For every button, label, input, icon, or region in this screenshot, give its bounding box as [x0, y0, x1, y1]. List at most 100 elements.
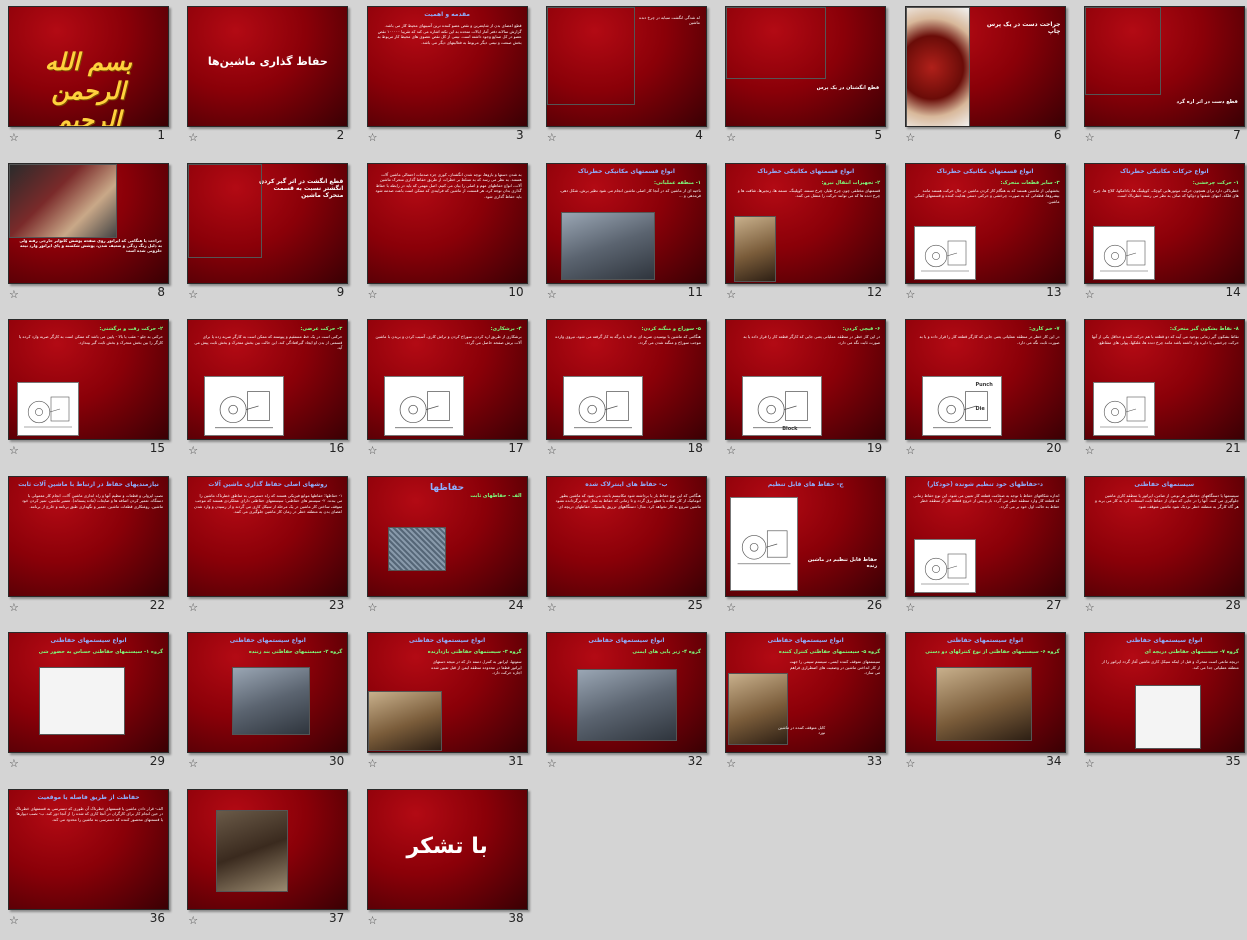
- star-outline-icon[interactable]: ☆: [368, 914, 378, 927]
- star-outline-icon[interactable]: ☆: [726, 601, 736, 614]
- slide-canvas[interactable]: ۵- سوراخ و منگنه کردن: هنگامی که ماشین با…: [545, 319, 707, 440]
- slide-canvas[interactable]: [187, 788, 349, 910]
- star-outline-icon[interactable]: ☆: [547, 444, 557, 457]
- slide-thumbnail-15[interactable]: ۲- حرکت رفت و برگشتی: حرکتی به جلو - عقب …: [0, 313, 179, 470]
- slide-thumbnail-14[interactable]: انواع حرکات مکانیکی خطرناک ۱- حرکت چرخشی:…: [1076, 157, 1247, 314]
- slide-canvas[interactable]: ب- حفاظ های اینترلاک شده هنگامی که این نو…: [545, 475, 707, 597]
- slide-canvas[interactable]: ۲- حرکت رفت و برگشتی: حرکتی به جلو - عقب …: [8, 319, 169, 440]
- star-outline-icon[interactable]: ☆: [368, 601, 378, 614]
- star-outline-icon[interactable]: ☆: [9, 131, 19, 144]
- star-outline-icon[interactable]: ☆: [188, 288, 198, 301]
- star-outline-icon[interactable]: ☆: [368, 444, 378, 457]
- slide-thumbnail-25[interactable]: ب- حفاظ های اینترلاک شده هنگامی که این نو…: [538, 470, 717, 627]
- slide-thumbnail-34[interactable]: انواع سیستمهای حفاظتی گروه ۶- سیستمهای حف…: [897, 626, 1076, 783]
- slide-thumbnail-32[interactable]: انواع سیستمهای حفاظتی گروه ۴- زیر پایی ها…: [538, 626, 717, 783]
- star-outline-icon[interactable]: ☆: [726, 444, 736, 457]
- star-outline-icon[interactable]: ☆: [906, 444, 916, 457]
- star-outline-icon[interactable]: ☆: [188, 444, 198, 457]
- slide-canvas[interactable]: به شدن دستها و بازوها، نوچه شدن انگشتان،…: [366, 162, 528, 284]
- slide-thumbnail-22[interactable]: نیازمندیهای حفاظ در ارتباط با ماشین آلات…: [0, 470, 179, 627]
- slide-thumbnail-11[interactable]: انواع قسمتهای مکانیکی خطرناک ۱- منطقه عمل…: [538, 157, 717, 314]
- slide-thumbnail-9[interactable]: قطع انگشت در اثر گیر کردن انگشتر نسبت به…: [179, 157, 358, 314]
- slide-canvas[interactable]: ۷- خم کاری: در این کار خطر در منطقه عملیا…: [904, 319, 1066, 440]
- star-outline-icon[interactable]: ☆: [368, 288, 378, 301]
- slide-canvas[interactable]: مقدمه و اهمیت قطع اعضای بدن از شایعترین و…: [366, 6, 528, 127]
- star-outline-icon[interactable]: ☆: [906, 757, 916, 770]
- slide-canvas[interactable]: قطع انگشت در اثر گیر کردن انگشتر نسبت به…: [187, 162, 349, 284]
- slide-canvas[interactable]: انواع حرکات مکانیکی خطرناک ۱- حرکت چرخشی:…: [1083, 162, 1245, 284]
- slide-thumbnail-10[interactable]: به شدن دستها و بازوها، نوچه شدن انگشتان،…: [359, 157, 538, 314]
- star-outline-icon[interactable]: ☆: [188, 914, 198, 927]
- slide-canvas[interactable]: انواع سیستمهای حفاظتی گروه ۷- سیستمهای حف…: [1083, 632, 1245, 753]
- star-outline-icon[interactable]: ☆: [547, 131, 557, 144]
- star-outline-icon[interactable]: ☆: [726, 757, 736, 770]
- slide-thumbnail-35[interactable]: انواع سیستمهای حفاظتی گروه ۷- سیستمهای حف…: [1076, 626, 1247, 783]
- slide-canvas[interactable]: جراحت دست در یک پرس چاپ: [904, 6, 1066, 127]
- slide-canvas[interactable]: انواع سیستمهای حفاظتی گروه ۳- سیستمهای حف…: [366, 632, 528, 753]
- star-outline-icon[interactable]: ☆: [547, 757, 557, 770]
- star-outline-icon[interactable]: ☆: [9, 288, 19, 301]
- slide-thumbnail-4[interactable]: له شدگی انگشت سبابه در چرخ دنده ماشین ☆ 4: [538, 0, 717, 157]
- star-outline-icon[interactable]: ☆: [1085, 131, 1095, 144]
- slide-canvas[interactable]: انواع قسمتهای مکانیکی خطرناک ۱- منطقه عمل…: [545, 162, 707, 284]
- star-outline-icon[interactable]: ☆: [9, 601, 19, 614]
- slide-thumbnail-27[interactable]: د-حفاظهای خود تنظیم شونده (خودکار) اندازه…: [897, 470, 1076, 627]
- star-outline-icon[interactable]: ☆: [1085, 601, 1095, 614]
- slide-thumbnail-12[interactable]: انواع قسمتهای مکانیکی خطرناک ۲- تجهیزات ا…: [717, 157, 896, 314]
- slide-thumbnail-6[interactable]: جراحت دست در یک پرس چاپ ☆ 6: [897, 0, 1076, 157]
- slide-canvas[interactable]: له شدگی انگشت سبابه در چرخ دنده ماشین: [545, 6, 707, 127]
- slide-thumbnail-2[interactable]: حفاظ گذاری ماشین‌ها ☆ 2: [179, 0, 358, 157]
- slide-thumbnail-1[interactable]: بسم الله الرحمن الرحیم ☆ 1: [0, 0, 179, 157]
- slide-canvas[interactable]: انواع سیستمهای حفاظتی گروه ۱- سیستمهای حف…: [8, 632, 169, 753]
- slide-canvas[interactable]: بسم الله الرحمن الرحیم: [8, 6, 169, 127]
- slide-thumbnail-20[interactable]: ۷- خم کاری: در این کار خطر در منطقه عملیا…: [897, 313, 1076, 470]
- slide-canvas[interactable]: ج- حفاظ های قابل تنظیم حفاظ قابل تنظیم در…: [725, 475, 887, 597]
- slide-thumbnail-28[interactable]: سیستمهای حفاظتی سیستمها یا دستگاههای حفاظ…: [1076, 470, 1247, 627]
- slide-thumbnail-26[interactable]: ج- حفاظ های قابل تنظیم حفاظ قابل تنظیم در…: [717, 470, 896, 627]
- slide-canvas[interactable]: حفاظت از طریق فاصله یا موقعیت الف- قرار د…: [8, 788, 169, 910]
- slide-thumbnail-29[interactable]: انواع سیستمهای حفاظتی گروه ۱- سیستمهای حف…: [0, 626, 179, 783]
- slide-canvas[interactable]: روشهای اصلی حفاظ گذاری ماشین آلات ۱- حفاظ…: [187, 475, 349, 597]
- slide-thumbnail-3[interactable]: مقدمه و اهمیت قطع اعضای بدن از شایعترین و…: [359, 0, 538, 157]
- slide-canvas[interactable]: ۴- برشکاری: برشکاری از طریق اره کردن، سور…: [366, 319, 528, 440]
- slide-canvas[interactable]: انواع سیستمهای حفاظتی گروه ۵- سیستمهای حف…: [725, 632, 887, 753]
- star-outline-icon[interactable]: ☆: [547, 601, 557, 614]
- star-outline-icon[interactable]: ☆: [1085, 288, 1095, 301]
- star-outline-icon[interactable]: ☆: [188, 601, 198, 614]
- slide-thumbnail-8[interactable]: جراحت پا هنگامی که اپراتور روی صفحه پوشش…: [0, 157, 179, 314]
- slide-thumbnail-17[interactable]: ۴- برشکاری: برشکاری از طریق اره کردن، سور…: [359, 313, 538, 470]
- star-outline-icon[interactable]: ☆: [1085, 444, 1095, 457]
- slide-canvas[interactable]: انواع سیستمهای حفاظتی گروه ۶- سیستمهای حف…: [904, 632, 1066, 753]
- star-outline-icon[interactable]: ☆: [906, 288, 916, 301]
- star-outline-icon[interactable]: ☆: [547, 288, 557, 301]
- slide-canvas[interactable]: قطع دست در اثر اره گرد: [1083, 6, 1245, 127]
- star-outline-icon[interactable]: ☆: [906, 601, 916, 614]
- slide-thumbnail-33[interactable]: انواع سیستمهای حفاظتی گروه ۵- سیستمهای حف…: [717, 626, 896, 783]
- slide-thumbnail-18[interactable]: ۵- سوراخ و منگنه کردن: هنگامی که ماشین با…: [538, 313, 717, 470]
- star-outline-icon[interactable]: ☆: [9, 444, 19, 457]
- slide-canvas[interactable]: جراحت پا هنگامی که اپراتور روی صفحه پوشش…: [8, 162, 169, 284]
- star-outline-icon[interactable]: ☆: [726, 288, 736, 301]
- slide-canvas[interactable]: قطع انگشتان در یک پرس: [725, 6, 887, 127]
- slide-canvas[interactable]: ۸- نقاط بشکون گیر متحرک: نقاط بشکون گیر ز…: [1083, 319, 1245, 440]
- slide-canvas[interactable]: انواع قسمتهای مکانیکی خطرناک ۳- سایر قطعا…: [904, 162, 1066, 284]
- slide-canvas[interactable]: ۳- حرکت عرضی: حرکتی است در یک خط مستقیم و…: [187, 319, 349, 440]
- slide-canvas[interactable]: انواع قسمتهای مکانیکی خطرناک ۲- تجهیزات ا…: [725, 162, 887, 284]
- slide-thumbnail-30[interactable]: انواع سیستمهای حفاظتی گروه ۲- سیستمهای حف…: [179, 626, 358, 783]
- slide-thumbnail-21[interactable]: ۸- نقاط بشکون گیر متحرک: نقاط بشکون گیر ز…: [1076, 313, 1247, 470]
- star-outline-icon[interactable]: ☆: [188, 131, 198, 144]
- star-outline-icon[interactable]: ☆: [906, 131, 916, 144]
- star-outline-icon[interactable]: ☆: [9, 757, 19, 770]
- slide-canvas[interactable]: حفاظها الف - حفاظهای ثابت: [366, 475, 528, 597]
- slide-thumbnail-36[interactable]: حفاظت از طریق فاصله یا موقعیت الف- قرار د…: [0, 783, 179, 940]
- slide-thumbnail-13[interactable]: انواع قسمتهای مکانیکی خطرناک ۳- سایر قطعا…: [897, 157, 1076, 314]
- slide-canvas[interactable]: انواع سیستمهای حفاظتی گروه ۴- زیر پایی ها…: [545, 632, 707, 753]
- slide-thumbnail-7[interactable]: قطع دست در اثر اره گرد ☆ 7: [1076, 0, 1247, 157]
- slide-thumbnail-31[interactable]: انواع سیستمهای حفاظتی گروه ۳- سیستمهای حف…: [359, 626, 538, 783]
- slide-thumbnail-23[interactable]: روشهای اصلی حفاظ گذاری ماشین آلات ۱- حفاظ…: [179, 470, 358, 627]
- slide-canvas[interactable]: انواع سیستمهای حفاظتی گروه ۲- سیستمهای حف…: [187, 632, 349, 753]
- slide-thumbnail-37[interactable]: ☆ 37: [179, 783, 358, 940]
- slide-canvas[interactable]: سیستمهای حفاظتی سیستمها یا دستگاههای حفاظ…: [1083, 475, 1245, 597]
- slide-canvas[interactable]: د-حفاظهای خود تنظیم شونده (خودکار) اندازه…: [904, 475, 1066, 597]
- slide-thumbnail-19[interactable]: ۶- قیچی کردن: در این کار خطر در منطقه عمل…: [717, 313, 896, 470]
